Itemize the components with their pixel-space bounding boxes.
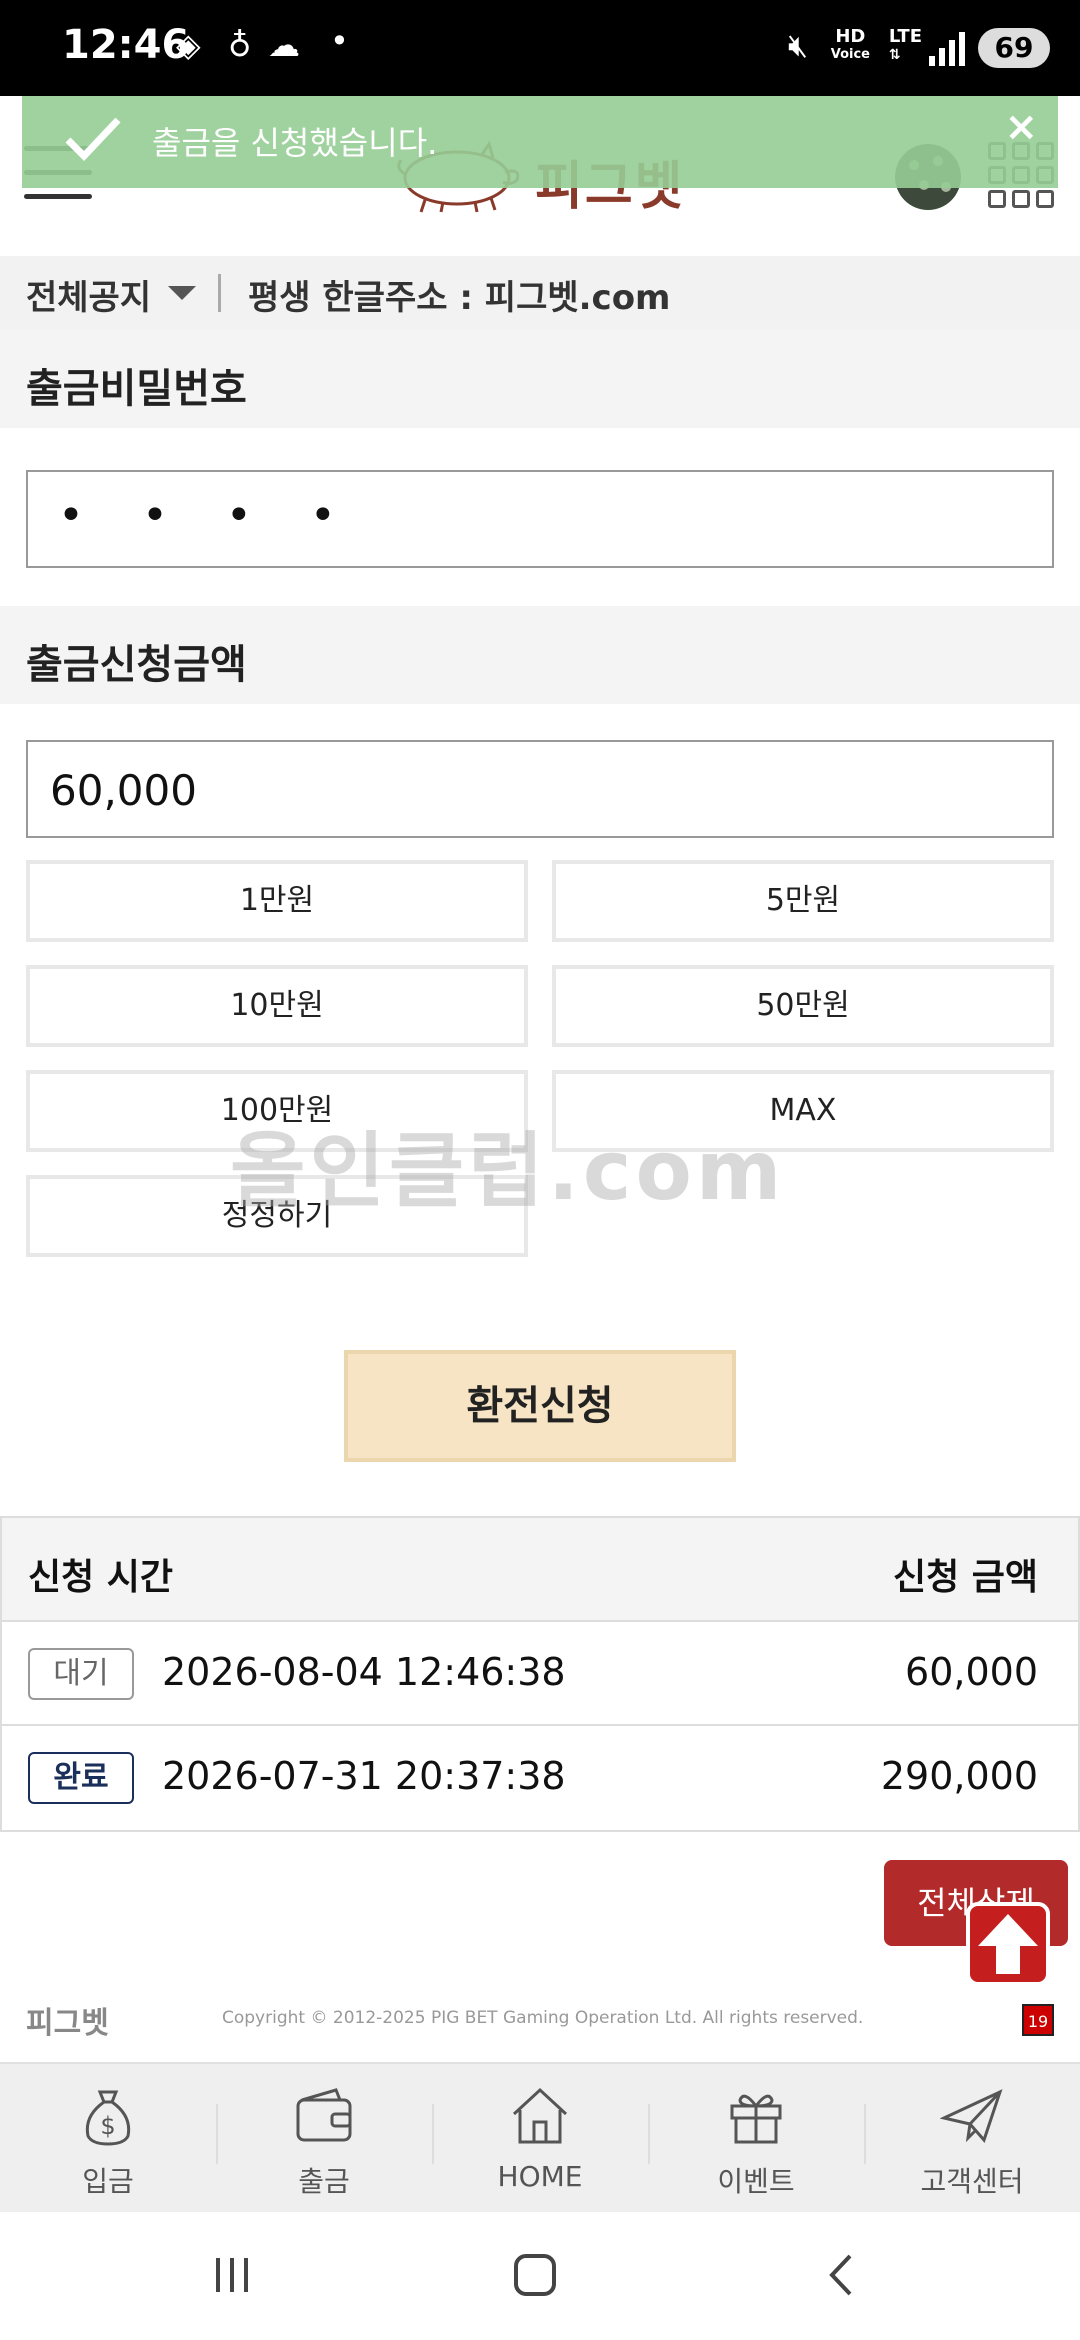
nav-support[interactable]: 고객센터 <box>864 2064 1080 2214</box>
shield-icon: ◈ <box>176 26 201 64</box>
toast-message: 출금을 신청했습니다. <box>152 124 438 162</box>
back-icon[interactable] <box>820 2252 866 2298</box>
request-amount: 60,000 <box>905 1650 1038 1694</box>
lte-indicator: LTE ⇅ <box>889 28 922 64</box>
hd-voice-indicator: HD Voice <box>831 28 870 64</box>
status-badge: 대기 <box>28 1648 134 1700</box>
age-restriction-badge: 19 <box>1022 2004 1054 2036</box>
notice-address: 평생 한글주소 : 피그벳.com <box>248 278 671 318</box>
withdraw-password-input[interactable]: • • • • <box>26 470 1054 568</box>
hd-label: HD <box>835 26 866 47</box>
quick-amount-500k-button[interactable]: 50만원 <box>552 965 1054 1047</box>
request-time: 2026-08-04 12:46:38 <box>162 1650 566 1694</box>
password-label: 출금비밀번호 <box>26 366 247 412</box>
copyright-text: Copyright © 2012-2025 PIG BET Gaming Ope… <box>222 2008 864 2028</box>
voice-label: Voice <box>830 47 870 62</box>
scroll-to-top-button[interactable] <box>966 1902 1050 1986</box>
money-bag-icon: $ <box>85 2090 131 2146</box>
withdraw-submit-button[interactable]: 환전신청 <box>344 1350 736 1462</box>
dot-icon: • <box>330 22 349 60</box>
nav-home[interactable]: HOME <box>432 2064 648 2214</box>
lte-label: LTE <box>888 26 922 47</box>
quick-amount-100k-button[interactable]: 10만원 <box>26 965 528 1047</box>
battery-indicator: 69 <box>978 28 1050 68</box>
column-header-time: 신청 시간 <box>28 1557 174 1598</box>
table-row: 대기 2026-08-04 12:46:38 60,000 <box>2 1622 1078 1726</box>
chevron-down-icon[interactable] <box>168 286 196 300</box>
gift-icon <box>730 2094 782 2144</box>
recent-apps-icon[interactable] <box>210 2252 256 2298</box>
system-navigation-bar <box>0 2212 1080 2340</box>
signal-icon <box>929 32 965 66</box>
amount-section-header: 출금신청금액 <box>0 606 1080 704</box>
nav-label: 이벤트 <box>717 2165 795 2198</box>
request-time: 2026-07-31 20:37:38 <box>162 1754 566 1798</box>
toast-close-button[interactable]: × <box>1004 104 1038 150</box>
amount-value: 60,000 <box>50 766 197 815</box>
withdraw-history-table: 신청 시간 신청 금액 대기 2026-08-04 12:46:38 60,00… <box>0 1516 1080 1832</box>
nav-label: 출금 <box>298 2165 350 2198</box>
nav-withdraw[interactable]: 출금 <box>216 2064 432 2214</box>
nav-deposit[interactable]: $ 입금 <box>0 2064 216 2214</box>
cloud-icon: ☁ <box>268 26 300 64</box>
home-button-icon[interactable] <box>512 2252 558 2298</box>
status-time: 12:46 <box>62 22 190 68</box>
quick-amount-50k-button[interactable]: 5만원 <box>552 860 1054 942</box>
table-header: 신청 시간 신청 금액 <box>2 1518 1078 1622</box>
quick-amount-10k-button[interactable]: 1만원 <box>26 860 528 942</box>
table-row: 완료 2026-07-31 20:37:38 290,000 <box>2 1726 1078 1830</box>
status-bar: 12:46 ◈ ♁ ☁ • 🔇︎ HD Voice LTE ⇅ 69 <box>0 0 1080 96</box>
nav-label: 고객센터 <box>920 2165 1024 2198</box>
mute-icon: 🔇︎ <box>788 26 809 64</box>
home-icon <box>512 2087 568 2144</box>
request-amount: 290,000 <box>880 1754 1038 1798</box>
arrow-up-icon <box>978 1914 1038 1974</box>
check-icon <box>65 117 121 162</box>
svg-text:$: $ <box>100 2112 115 2140</box>
watermark: 올인클럽.com <box>230 1124 786 1219</box>
footer-logo: 피그벳 <box>26 2006 109 2041</box>
notice-dropdown[interactable]: 전체공지 <box>26 270 151 319</box>
column-header-amount: 신청 금액 <box>892 1557 1038 1598</box>
status-badge: 완료 <box>28 1752 134 1804</box>
nav-label: HOME <box>497 2160 583 2193</box>
paper-plane-icon <box>939 2089 1003 2143</box>
bottom-navigation: $ 입금 출금 HOME 이벤트 고객센터 <box>0 2062 1080 2212</box>
site-footer: 피그벳 Copyright © 2012-2025 PIG BET Gaming… <box>0 1990 1080 2050</box>
amount-label: 출금신청금액 <box>26 642 247 688</box>
nav-event[interactable]: 이벤트 <box>648 2064 864 2214</box>
divider <box>218 274 221 312</box>
password-value: • • • • <box>58 490 358 541</box>
success-toast: 출금을 신청했습니다. × <box>22 96 1058 188</box>
wallet-icon <box>296 2088 352 2142</box>
password-section-header: 출금비밀번호 <box>0 330 1080 428</box>
notification-icon: ♁ <box>228 26 252 64</box>
nav-label: 입금 <box>82 2165 134 2198</box>
data-arrows-icon: ⇅ <box>888 47 901 63</box>
withdraw-amount-input[interactable]: 60,000 <box>26 740 1054 838</box>
notice-bar: 전체공지 평생 한글주소 : 피그벳.com <box>0 256 1080 330</box>
